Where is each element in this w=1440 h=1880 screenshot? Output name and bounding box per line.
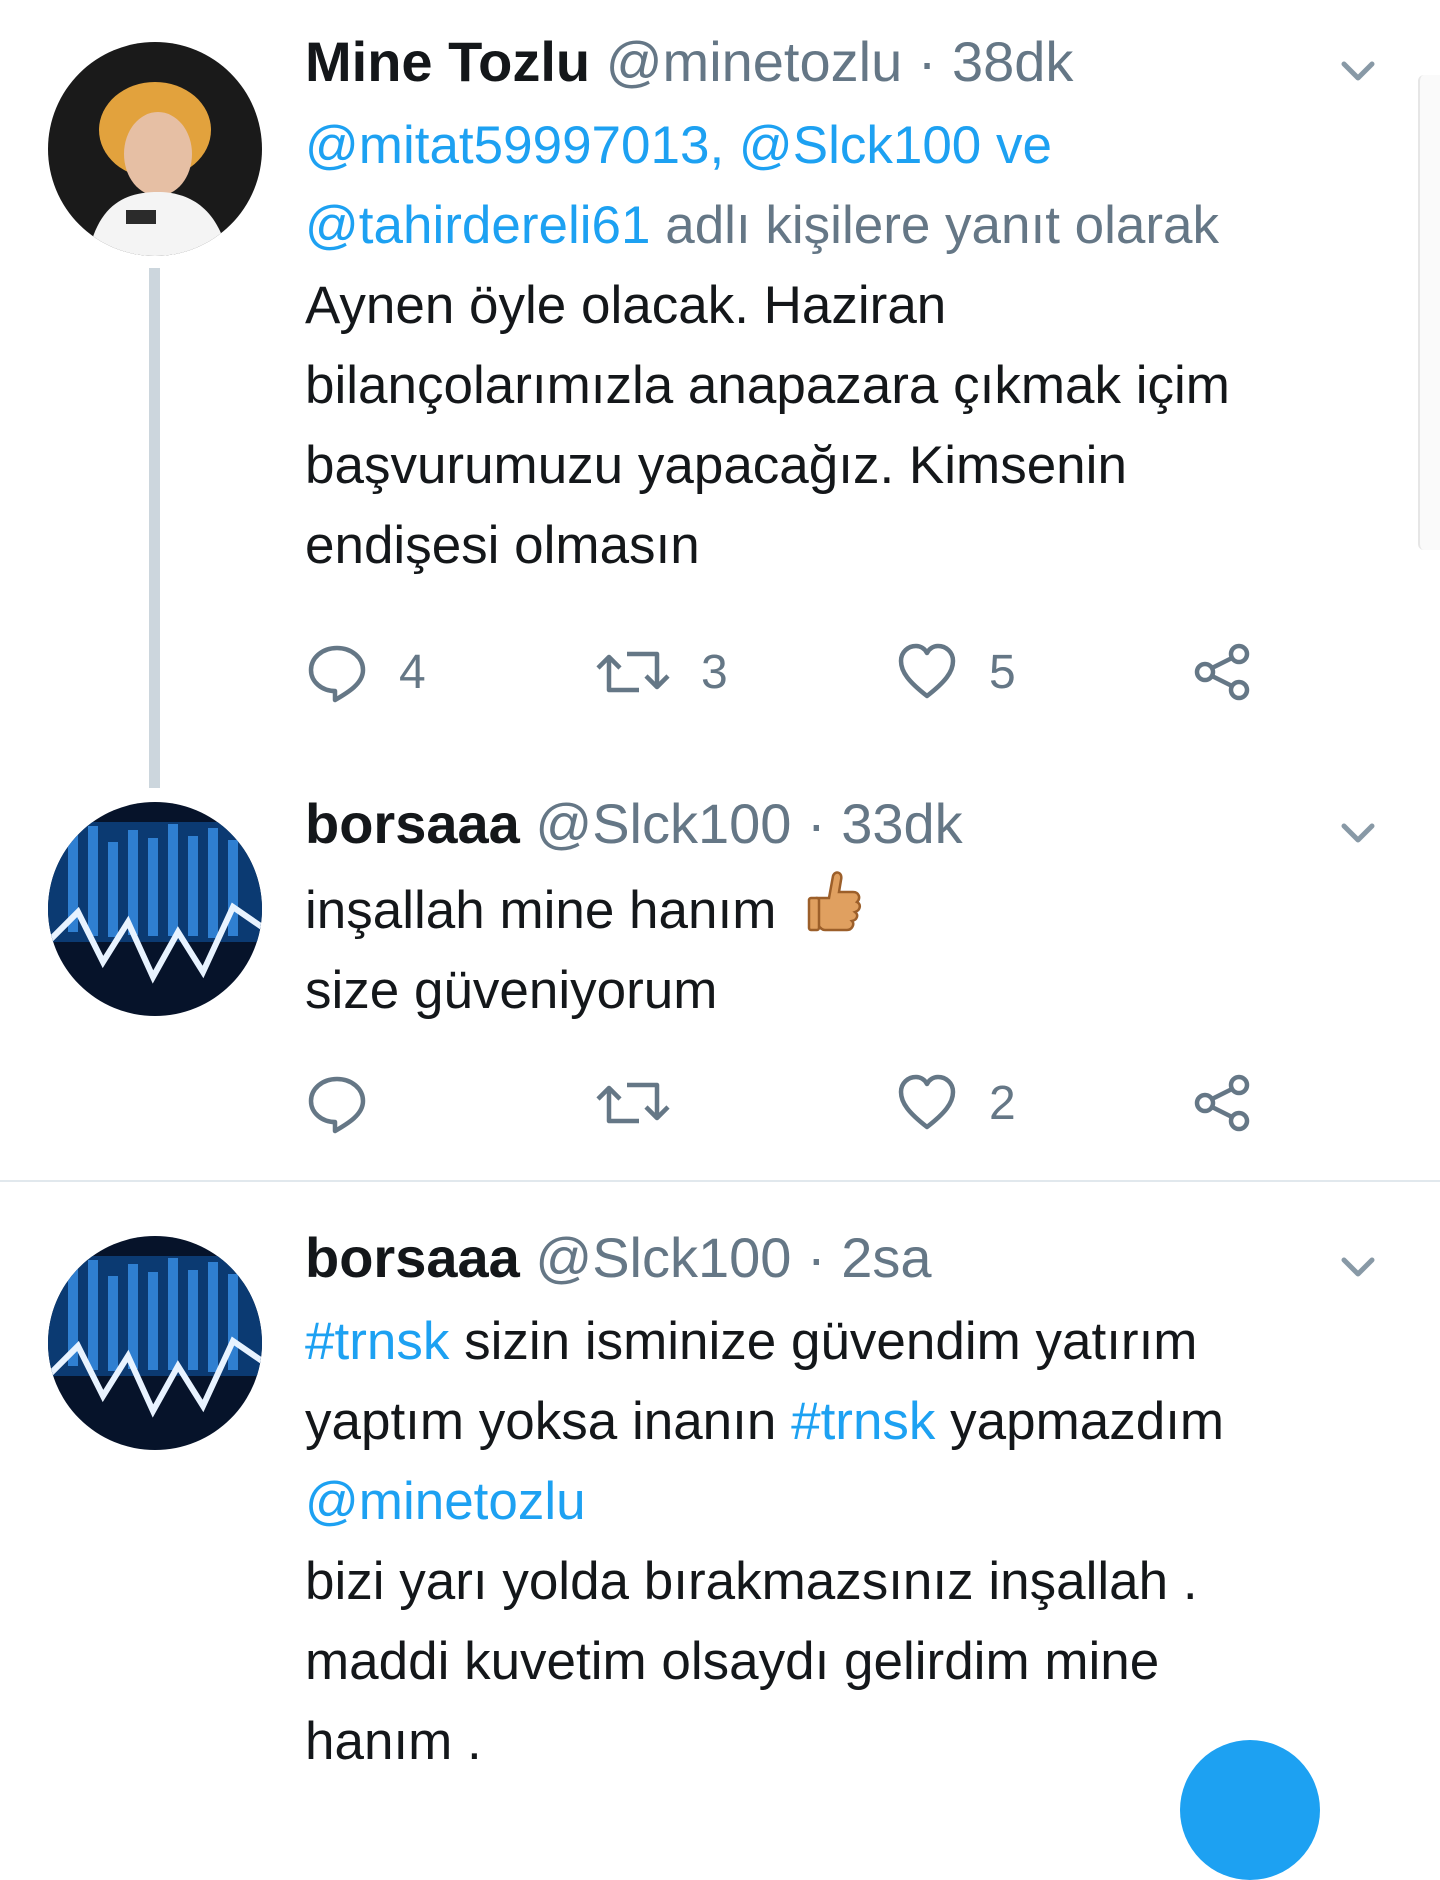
separator: · bbox=[917, 30, 937, 93]
tweet-text-line: bizi yarı yolda bırakmazsınız inşallah . bbox=[305, 1552, 1198, 1611]
thread-connector bbox=[149, 268, 160, 788]
share-icon bbox=[1194, 643, 1250, 701]
tweet-header: Mine Tozlu @minetozlu · 38dk bbox=[305, 30, 1365, 94]
avatar[interactable] bbox=[48, 1236, 262, 1450]
tweet-text-line: maddi kuvetim olsaydı gelirdim mine bbox=[305, 1632, 1160, 1691]
tweet-text: #trnsk sizin isminize güvendim yatırım y… bbox=[305, 1302, 1365, 1782]
retweet-button[interactable]: 3 bbox=[595, 636, 728, 708]
hashtag-link[interactable]: #trnsk bbox=[305, 1312, 449, 1371]
display-name[interactable]: borsaaa bbox=[305, 792, 520, 855]
tweet-text: Aynen öyle olacak. Haziran bilançolarımı… bbox=[305, 266, 1365, 586]
retweet-icon bbox=[596, 1082, 670, 1124]
avatar[interactable] bbox=[48, 802, 262, 1016]
tweet-text-line: @minetozlu bbox=[305, 1462, 1365, 1542]
hashtag-link[interactable]: #trnsk bbox=[791, 1392, 935, 1451]
tweet-divider bbox=[0, 1180, 1440, 1182]
mention-link[interactable]: @Slck100 bbox=[739, 116, 981, 175]
avatar-image bbox=[48, 1236, 262, 1450]
mention-link[interactable]: @minetozlu bbox=[305, 1472, 586, 1531]
tweet-text-line: bilançolarımızla anapazara çıkmak içim bbox=[305, 356, 1230, 415]
thumbs-up-emoji bbox=[807, 871, 862, 932]
user-handle[interactable]: @Slck100 bbox=[535, 1226, 791, 1289]
share-icon bbox=[1194, 1074, 1250, 1132]
chevron-down-icon[interactable] bbox=[1336, 1246, 1380, 1290]
avatar-image bbox=[48, 42, 262, 256]
tweet-text-line: yaptım yoksa inanın #trnsk yapmazdım bbox=[305, 1382, 1365, 1462]
reply-button[interactable]: 4 bbox=[305, 636, 426, 708]
compose-button[interactable] bbox=[1180, 1740, 1320, 1880]
reply-suffix: adlı kişilere yanıt olarak bbox=[665, 196, 1220, 255]
like-button[interactable]: 5 bbox=[895, 636, 1016, 708]
heart-icon bbox=[898, 643, 956, 699]
tweet-text-line: size güveniyorum bbox=[305, 961, 718, 1020]
tweet-text: inşallah mine hanım size güveniyorum bbox=[305, 868, 1365, 1031]
separator: · bbox=[807, 792, 826, 855]
tweet-actions: 4 3 5 bbox=[305, 636, 1285, 708]
mention-link[interactable]: @tahirdereli61 bbox=[305, 196, 650, 255]
avatar-image bbox=[48, 802, 262, 1016]
retweet-count: 3 bbox=[701, 645, 728, 699]
retweet-button[interactable] bbox=[595, 1067, 701, 1139]
tweet-text-line: #trnsk sizin isminize güvendim yatırım bbox=[305, 1302, 1365, 1382]
timestamp[interactable]: 38dk bbox=[952, 30, 1073, 93]
mention-link[interactable]: @mitat59997013, bbox=[305, 116, 724, 175]
retweet-icon bbox=[596, 651, 670, 693]
share-button[interactable] bbox=[1190, 636, 1254, 708]
tweet-text-segment: inşallah mine hanım bbox=[305, 881, 777, 940]
tweet-text-line: Aynen öyle olacak. Haziran bbox=[305, 276, 947, 335]
tweet-header: borsaaa @Slck100 · 2sa bbox=[305, 1226, 1365, 1290]
timestamp[interactable]: 2sa bbox=[841, 1226, 931, 1289]
like-count: 5 bbox=[989, 645, 1016, 699]
heart-icon bbox=[898, 1074, 956, 1130]
like-count: 2 bbox=[989, 1076, 1016, 1130]
tweet-text-segment: yaptım yoksa inanın bbox=[305, 1392, 777, 1451]
avatar[interactable] bbox=[48, 42, 262, 256]
like-button[interactable]: 2 bbox=[895, 1067, 1016, 1139]
scrollbar[interactable] bbox=[1418, 75, 1440, 550]
reply-button[interactable] bbox=[305, 1067, 399, 1139]
reply-icon bbox=[308, 1076, 366, 1134]
tweet-text-line: endişesi olmasın bbox=[305, 516, 700, 575]
separator: · bbox=[807, 1226, 826, 1289]
reply-context: @mitat59997013, @Slck100 ve @tahirdereli… bbox=[305, 106, 1365, 266]
user-handle[interactable]: @Slck100 bbox=[535, 792, 791, 855]
timestamp[interactable]: 33dk bbox=[841, 792, 962, 855]
reply-icon bbox=[308, 645, 366, 703]
tweet-actions: 2 bbox=[305, 1067, 1285, 1139]
display-name[interactable]: Mine Tozlu bbox=[305, 30, 590, 93]
user-handle[interactable]: @minetozlu bbox=[606, 30, 903, 93]
chevron-down-icon[interactable] bbox=[1336, 812, 1380, 856]
display-name[interactable]: borsaaa bbox=[305, 1226, 520, 1289]
tweet-text-segment: sizin isminize güvendim yatırım bbox=[464, 1312, 1198, 1371]
tweet-text-line: başvurumuzu yapacağız. Kimsenin bbox=[305, 436, 1127, 495]
tweet-text-line: inşallah mine hanım bbox=[305, 868, 1365, 951]
share-button[interactable] bbox=[1190, 1067, 1254, 1139]
reply-count: 4 bbox=[399, 645, 426, 699]
chevron-down-icon[interactable] bbox=[1336, 50, 1380, 94]
tweet-text-segment: yapmazdım bbox=[950, 1392, 1225, 1451]
reply-connector: ve bbox=[996, 116, 1052, 175]
tweet-header: borsaaa @Slck100 · 33dk bbox=[305, 792, 1365, 856]
